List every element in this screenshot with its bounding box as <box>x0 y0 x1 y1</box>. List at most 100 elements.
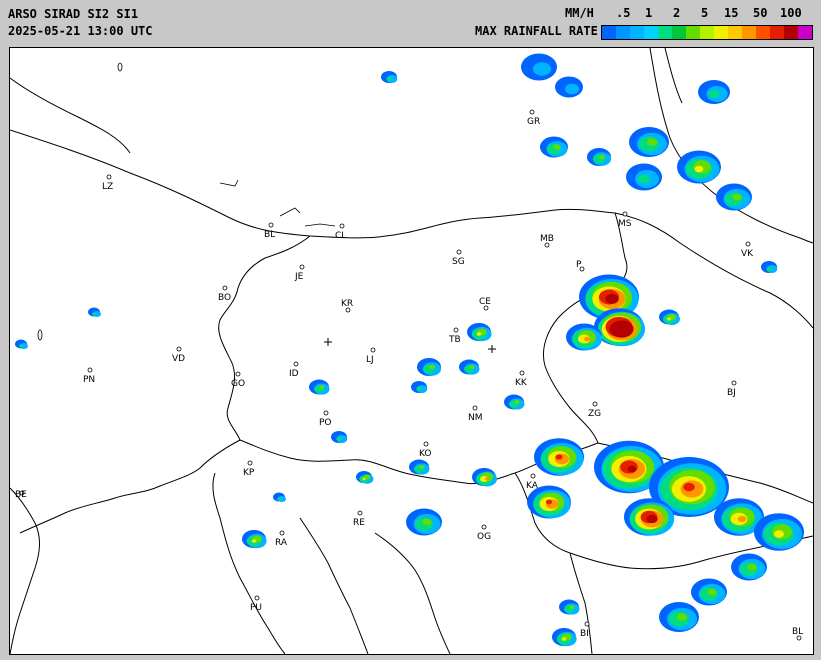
map-svg: GR LZ BL CL MB MS SG VK JE BO KR CE VD TB LJ PN GO ID KK BJ… <box>10 48 813 654</box>
city-label: LZ <box>102 182 113 192</box>
city-dot <box>106 174 112 180</box>
echo-cell <box>251 539 257 543</box>
city-dot <box>530 473 536 479</box>
coast-gulf <box>19 439 241 534</box>
echo-cell <box>708 90 720 98</box>
city-label: P <box>576 260 582 270</box>
border-ne-small <box>664 48 683 104</box>
city-label: VK <box>741 249 754 259</box>
echo-cell <box>561 637 567 641</box>
city-dot <box>176 346 182 352</box>
echo-cell <box>766 267 772 271</box>
boundaries <box>10 48 813 654</box>
city-label: BI <box>580 629 589 639</box>
border-north <box>10 129 616 239</box>
city-dot <box>268 222 274 228</box>
city-label: KO <box>419 449 432 459</box>
legend-swatch <box>728 26 742 39</box>
city-label: MS <box>618 219 632 229</box>
radar-site-marker <box>488 345 496 353</box>
echo-cell <box>419 465 425 469</box>
city-dot <box>357 510 363 516</box>
echo-cell <box>747 563 757 571</box>
city-label: BE <box>15 490 27 500</box>
city-label: GO <box>231 379 245 389</box>
legend-tick: .5 <box>616 6 631 20</box>
city-label: RE <box>353 518 365 528</box>
legend-tick: 100 <box>780 6 802 20</box>
echo-cell <box>707 588 717 596</box>
legend-swatch <box>770 26 784 39</box>
legend-swatch <box>756 26 770 39</box>
city-label: BJ <box>727 388 736 398</box>
city-label: BL <box>264 230 275 240</box>
city-label: KP <box>243 468 255 478</box>
border-inner-nw <box>10 77 131 154</box>
city-label: OG <box>477 532 491 542</box>
city-label: KK <box>515 378 528 388</box>
echo-cell <box>737 515 747 523</box>
city-dot <box>519 370 525 376</box>
legend-swatch <box>784 26 798 39</box>
echo-cell <box>565 83 579 95</box>
echo-cell <box>514 400 520 404</box>
city-dot <box>529 109 535 115</box>
echo-cell <box>677 613 687 621</box>
lake-feature <box>37 329 43 341</box>
radar-site-marker <box>324 338 332 346</box>
echo-cell <box>92 312 96 316</box>
legend-swatch <box>630 26 644 39</box>
city-dot <box>323 410 329 416</box>
city-label: PO <box>319 418 332 428</box>
legend-tick: 50 <box>753 6 768 20</box>
echo-cell <box>667 317 671 321</box>
city-dot <box>339 223 345 229</box>
city-dot <box>592 401 598 407</box>
city-label: CE <box>479 297 491 307</box>
legend-title: MAX RAINFALL RATE <box>475 24 598 38</box>
legend-swatch <box>686 26 700 39</box>
legend-color-bar <box>601 25 813 40</box>
city-dot <box>247 460 253 466</box>
city-dot <box>481 524 487 530</box>
coast-istria <box>212 472 286 654</box>
coast-west <box>10 487 40 654</box>
echo-cell <box>774 530 784 538</box>
city-label: PU <box>250 603 262 613</box>
echo-cell <box>386 77 392 81</box>
city-dot <box>456 249 462 255</box>
units-label: MM/H <box>565 6 594 20</box>
city-dot <box>222 285 228 291</box>
city-dot <box>293 361 299 367</box>
echo-cell <box>429 364 435 370</box>
city-dot <box>279 530 285 536</box>
echo-cell <box>647 138 657 146</box>
city-label: PN <box>83 375 95 385</box>
legend-swatch <box>714 26 728 39</box>
echo-cell <box>422 518 432 526</box>
echo-cell <box>694 165 704 173</box>
echo-cell <box>569 605 575 609</box>
product-title: ARSO SIRAD SI2 SI1 <box>8 7 139 21</box>
legend-swatch <box>742 26 756 39</box>
legend-swatch <box>798 26 812 39</box>
city-label: VD <box>172 354 185 364</box>
echo-cell <box>584 336 590 342</box>
echo-cell <box>416 387 422 391</box>
legend-swatch <box>700 26 714 39</box>
legend-swatch <box>616 26 630 39</box>
echo-cell <box>599 154 605 160</box>
legend-tick: 1 <box>645 6 653 20</box>
city-markers: GR LZ BL CL MB MS SG VK JE BO KR CE VD TB LJ PN GO ID KK BJ… <box>15 109 803 641</box>
legend-tick: 15 <box>724 6 739 20</box>
radar-map[interactable]: GR LZ BL CL MB MS SG VK JE BO KR CE VD TB LJ PN GO ID KK BJ… <box>9 47 814 655</box>
legend-swatch <box>644 26 658 39</box>
city-dot <box>472 405 478 411</box>
city-dot <box>584 621 590 627</box>
city-label: RA <box>275 538 288 548</box>
echo-cell <box>683 482 695 492</box>
city-label: SG <box>452 257 465 267</box>
city-label: BL <box>792 627 803 637</box>
city-dot <box>235 371 241 377</box>
city-dot <box>254 595 260 601</box>
